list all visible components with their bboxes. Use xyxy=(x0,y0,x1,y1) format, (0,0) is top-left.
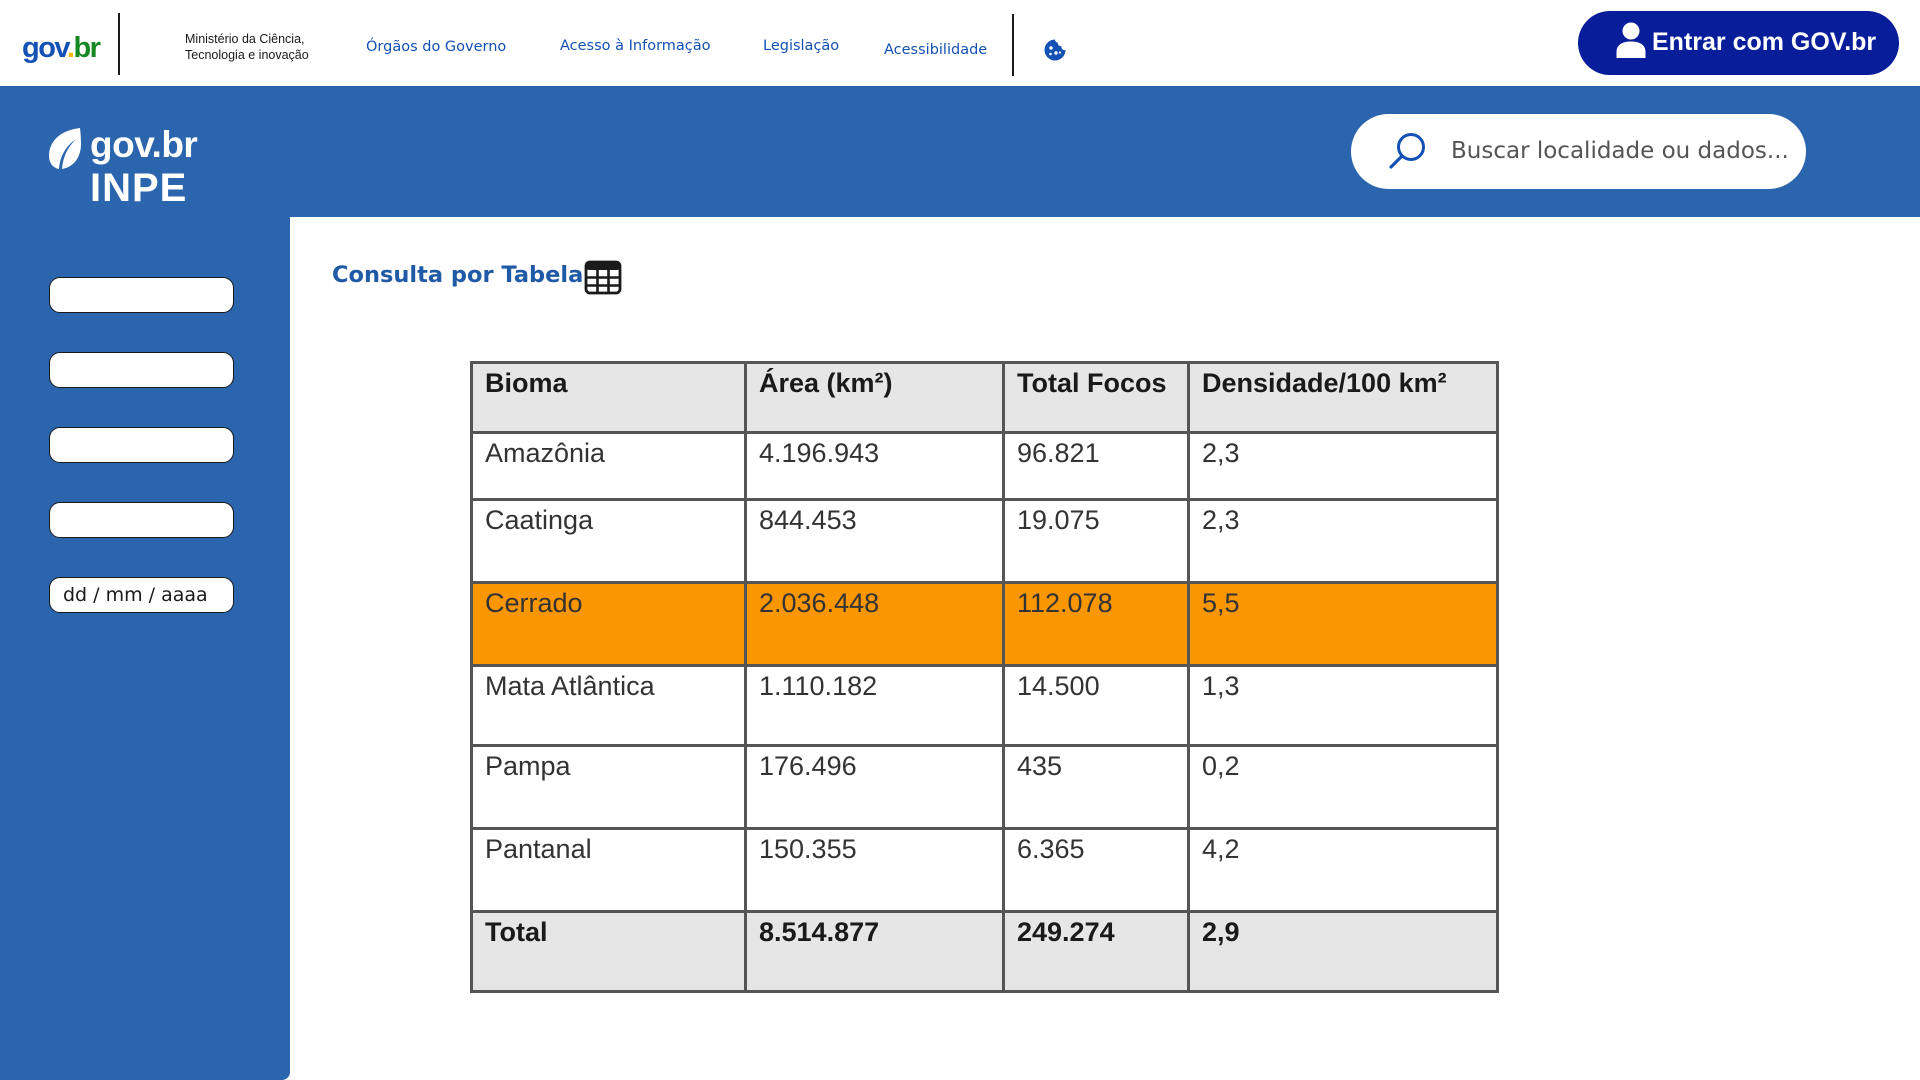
cell-focos: 435 xyxy=(1002,744,1190,830)
filter-field-2[interactable] xyxy=(49,352,234,388)
nav-acessibilidade[interactable]: Acessibilidade xyxy=(884,42,987,58)
total-label: Total xyxy=(470,910,747,993)
cell-area: 150.355 xyxy=(744,827,1005,913)
user-icon xyxy=(1616,22,1646,58)
cell-bioma: Pampa xyxy=(470,744,747,830)
date-field[interactable] xyxy=(49,577,234,613)
cell-densidade: 5,5 xyxy=(1187,581,1499,667)
cell-focos: 112.078 xyxy=(1002,581,1190,667)
gov-topbar: gov.br Ministério da Ciência, Tecnologia… xyxy=(0,0,1920,86)
search-icon[interactable] xyxy=(1385,129,1429,173)
header-densidade: Densidade/100 km² xyxy=(1187,361,1499,434)
nav-legislacao[interactable]: Legislação xyxy=(763,38,839,54)
total-focos: 249.274 xyxy=(1002,910,1190,993)
login-govbr-button[interactable]: Entrar com GOV.br xyxy=(1578,11,1899,75)
table-header-row: Bioma Área (km²) Total Focos Densidade/1… xyxy=(470,361,1499,434)
govbr-logo[interactable]: gov.br xyxy=(22,32,101,65)
table-row: Amazônia 4.196.943 96.821 2,3 xyxy=(470,431,1499,501)
topbar-divider-2 xyxy=(1012,14,1014,76)
cell-focos: 96.821 xyxy=(1002,431,1190,501)
site-header: gov.br INPE xyxy=(0,86,1920,217)
table-row: Mata Atlântica 1.110.182 14.500 1,3 xyxy=(470,664,1499,747)
header-total-focos: Total Focos xyxy=(1002,361,1190,434)
ministry-name: Ministério da Ciência, Tecnologia e inov… xyxy=(185,32,309,62)
biome-table: Bioma Área (km²) Total Focos Densidade/1… xyxy=(470,361,1499,993)
filter-field-4[interactable] xyxy=(49,502,234,538)
total-area: 8.514.877 xyxy=(744,910,1005,993)
nav-acesso-informacao[interactable]: Acesso à Informação xyxy=(560,38,711,54)
cell-area: 4.196.943 xyxy=(744,431,1005,501)
cell-area: 176.496 xyxy=(744,744,1005,830)
filter-field-1[interactable] xyxy=(49,277,234,313)
total-densidade: 2,9 xyxy=(1187,910,1499,993)
leaf-icon xyxy=(49,128,81,169)
cell-bioma: Cerrado xyxy=(470,581,747,667)
cell-focos: 19.075 xyxy=(1002,498,1190,584)
table-row: Pampa 176.496 435 0,2 xyxy=(470,744,1499,830)
cell-densidade: 1,3 xyxy=(1187,664,1499,747)
cell-area: 1.110.182 xyxy=(744,664,1005,747)
table-icon[interactable] xyxy=(584,260,622,295)
page-title: Consulta por Tabela xyxy=(332,262,584,288)
nav-orgaos-governo[interactable]: Órgãos do Governo xyxy=(366,39,506,55)
cell-area: 844.453 xyxy=(744,498,1005,584)
cell-focos: 14.500 xyxy=(1002,664,1190,747)
cookie-icon[interactable] xyxy=(1043,38,1067,62)
cell-densidade: 0,2 xyxy=(1187,744,1499,830)
cell-bioma: Caatinga xyxy=(470,498,747,584)
logo-inpe-text: INPE xyxy=(90,166,188,210)
login-label: Entrar com GOV.br xyxy=(1652,28,1877,56)
cell-densidade: 2,3 xyxy=(1187,498,1499,584)
cell-bioma: Pantanal xyxy=(470,827,747,913)
cell-area: 2.036.448 xyxy=(744,581,1005,667)
table-row: Pantanal 150.355 6.365 4,2 xyxy=(470,827,1499,913)
search-input[interactable] xyxy=(1451,132,1791,170)
logo-govbr-text: gov.br xyxy=(90,124,198,165)
search-bar[interactable] xyxy=(1351,114,1806,189)
cell-focos: 6.365 xyxy=(1002,827,1190,913)
filter-field-3[interactable] xyxy=(49,427,234,463)
header-area: Área (km²) xyxy=(744,361,1005,434)
table-total-row: Total 8.514.877 249.274 2,9 xyxy=(470,910,1499,993)
cell-densidade: 2,3 xyxy=(1187,431,1499,501)
cell-densidade: 4,2 xyxy=(1187,827,1499,913)
cell-bioma: Mata Atlântica xyxy=(470,664,747,747)
sidebar xyxy=(0,217,290,1080)
topbar-divider xyxy=(118,13,120,75)
header-bioma: Bioma xyxy=(470,361,747,434)
table-row: Caatinga 844.453 19.075 2,3 xyxy=(470,498,1499,584)
cell-bioma: Amazônia xyxy=(470,431,747,501)
table-row-highlighted: Cerrado 2.036.448 112.078 5,5 xyxy=(470,581,1499,667)
